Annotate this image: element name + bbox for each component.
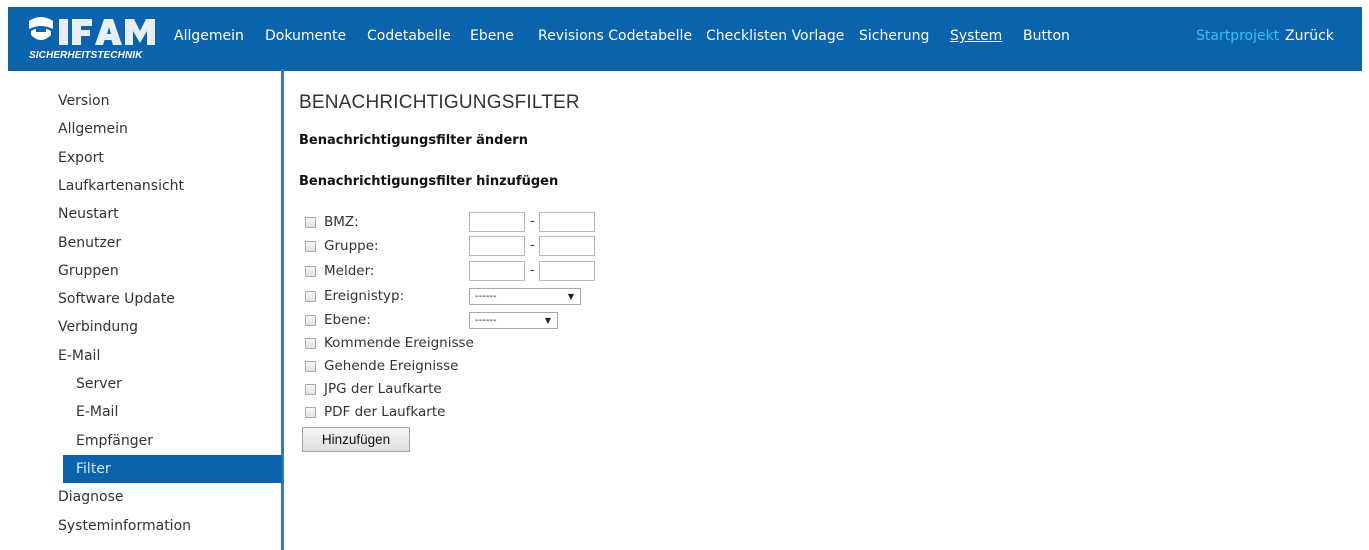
melder-from-input[interactable] (469, 261, 525, 281)
ebene-select-value: ------ (475, 315, 497, 326)
kommende-label: Kommende Ereignisse (324, 335, 474, 351)
nav-item-allgemein[interactable]: Allgemein (174, 28, 244, 44)
sidebar-item-benutzer[interactable]: Benutzer (58, 234, 121, 252)
sidebar-item-systeminformation[interactable]: Systeminformation (58, 517, 191, 535)
gruppe-range-separator: - (530, 238, 535, 253)
ebene-label: Ebene: (324, 312, 371, 328)
gruppe-label: Gruppe: (324, 238, 379, 254)
gehende-label: Gehende Ereignisse (324, 358, 459, 374)
gehende-checkbox[interactable] (305, 361, 316, 372)
section-change-heading[interactable]: Benachrichtigungsfilter ändern (299, 133, 528, 149)
sidebar-item-gruppen[interactable]: Gruppen (58, 262, 119, 280)
sidebar-item-allgemein[interactable]: Allgemein (58, 120, 128, 138)
logo-subtitle: SICHERHEITSTECHNIK (29, 50, 143, 61)
sidebar-item-sub-e-mail[interactable]: E-Mail (76, 403, 118, 421)
sidebar-item-laufkartenansicht[interactable]: Laufkartenansicht (58, 177, 184, 195)
sidebar-item-export[interactable]: Export (58, 149, 104, 167)
ebene-checkbox[interactable] (305, 315, 316, 326)
filter-row-kommende: Kommende Ereignisse (305, 333, 505, 353)
filter-row-pdf: PDF der Laufkarte (305, 402, 505, 422)
filter-row-jpg: JPG der Laufkarte (305, 379, 505, 399)
sidebar-item-software-update[interactable]: Software Update (58, 290, 175, 308)
gruppe-from-input[interactable] (469, 236, 525, 256)
melder-checkbox[interactable] (305, 266, 316, 277)
sidebar-item-verbindung[interactable]: Verbindung (58, 318, 138, 336)
page-title: BENACHRICHTIGUNGSFILTER (299, 92, 580, 113)
ereignistyp-select-value: ------ (475, 291, 497, 302)
ifam-logo-mark (29, 17, 155, 45)
filter-row-gehende: Gehende Ereignisse (305, 356, 505, 376)
filter-row-ebene: Ebene: ------ ▼ (305, 310, 605, 330)
sidebar-item-e-mail[interactable]: E-Mail (58, 347, 100, 365)
nav-item-button[interactable]: Button (1023, 28, 1070, 44)
add-filter-button[interactable]: Hinzufügen (302, 427, 410, 452)
nav-item-sicherung[interactable]: Sicherung (859, 28, 929, 44)
ifam-logo[interactable]: SICHERHEITSTECHNIK (27, 15, 171, 67)
sidebar-item-version[interactable]: Version (58, 92, 109, 110)
filter-row-bmz: BMZ: - (305, 212, 605, 232)
chevron-down-icon: ▼ (567, 292, 574, 301)
sidebar-item-diagnose[interactable]: Diagnose (58, 488, 123, 506)
nav-item-revisions-codetabelle[interactable]: Revisions Codetabelle (538, 28, 692, 44)
nav-item-checklisten-vorlage[interactable]: Checklisten Vorlage (706, 28, 844, 44)
ereignistyp-checkbox[interactable] (305, 291, 316, 302)
bmz-checkbox[interactable] (305, 217, 316, 228)
sidebar-item-sub-empfänger[interactable]: Empfänger (76, 432, 153, 450)
nav-item-system[interactable]: System (950, 28, 1002, 44)
filter-row-ereignistyp: Ereignistyp: ------ ▼ (305, 286, 605, 306)
nav-item-dokumente[interactable]: Dokumente (265, 28, 346, 44)
pdf-label: PDF der Laufkarte (324, 404, 446, 420)
gruppe-to-input[interactable] (539, 236, 595, 256)
top-navigation-bar: SICHERHEITSTECHNIK Allgemein Dokumente Cod… (8, 7, 1362, 71)
melder-to-input[interactable] (539, 261, 595, 281)
pdf-checkbox[interactable] (305, 407, 316, 418)
sidebar-item-sub-filter[interactable]: Filter (63, 455, 282, 483)
bmz-label: BMZ: (324, 214, 359, 230)
sidebar-item-sub-server[interactable]: Server (76, 375, 122, 393)
melder-range-separator: - (530, 263, 535, 278)
bmz-range-separator: - (530, 214, 535, 229)
startprojekt-link[interactable]: Startprojekt (1196, 28, 1279, 44)
melder-label: Melder: (324, 263, 375, 279)
filter-row-melder: Melder: - (305, 261, 605, 281)
chevron-down-icon: ▼ (544, 316, 551, 325)
ereignistyp-select[interactable]: ------ ▼ (469, 288, 581, 305)
section-add-heading: Benachrichtigungsfilter hinzufügen (299, 174, 559, 189)
filter-row-gruppe: Gruppe: - (305, 236, 605, 256)
sidebar-item-neustart[interactable]: Neustart (58, 205, 119, 223)
ereignistyp-label: Ereignistyp: (324, 288, 405, 304)
jpg-label: JPG der Laufkarte (324, 381, 442, 397)
nav-item-codetabelle[interactable]: Codetabelle (367, 28, 451, 44)
back-link[interactable]: Zurück (1285, 28, 1334, 44)
gruppe-checkbox[interactable] (305, 241, 316, 252)
ebene-select[interactable]: ------ ▼ (469, 312, 558, 329)
jpg-checkbox[interactable] (305, 384, 316, 395)
bmz-from-input[interactable] (469, 212, 525, 232)
nav-item-ebene[interactable]: Ebene (470, 28, 514, 44)
kommende-checkbox[interactable] (305, 338, 316, 349)
bmz-to-input[interactable] (539, 212, 595, 232)
